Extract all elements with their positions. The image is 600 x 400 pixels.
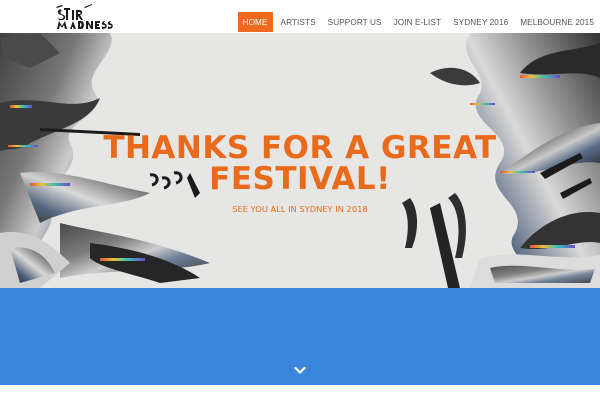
nav-home[interactable]: HOME xyxy=(237,12,273,32)
logo-graphic xyxy=(56,4,113,29)
nav-join-e-list[interactable]: JOIN E-LIST xyxy=(388,12,448,32)
nav-sydney-2016[interactable]: SYDNEY 2016 xyxy=(447,12,514,32)
hero-banner: THANKS FOR A GREAT FESTIVAL! SEE YOU ALL… xyxy=(0,33,600,288)
nav-support-us[interactable]: SUPPORT US xyxy=(322,12,388,32)
hero-subtitle: SEE YOU ALL IN SYDNEY IN 2018 xyxy=(232,204,368,214)
main-nav: HOME ARTISTS SUPPORT US JOIN E-LIST SYDN… xyxy=(237,12,600,32)
hero-title-line2: FESTIVAL! xyxy=(209,161,391,197)
hero-title: THANKS FOR A GREAT FESTIVAL! xyxy=(0,133,600,195)
chevron-down-glyph xyxy=(294,366,306,374)
site-header: HOME ARTISTS SUPPORT US JOIN E-LIST SYDN… xyxy=(0,0,600,33)
site-logo[interactable] xyxy=(54,3,114,31)
footer-strip xyxy=(0,385,600,400)
chevron-down-icon[interactable] xyxy=(294,360,306,374)
nav-artists[interactable]: ARTISTS xyxy=(275,12,322,32)
nav-melbourne-2015[interactable]: MELBOURNE 2015 xyxy=(514,12,600,32)
